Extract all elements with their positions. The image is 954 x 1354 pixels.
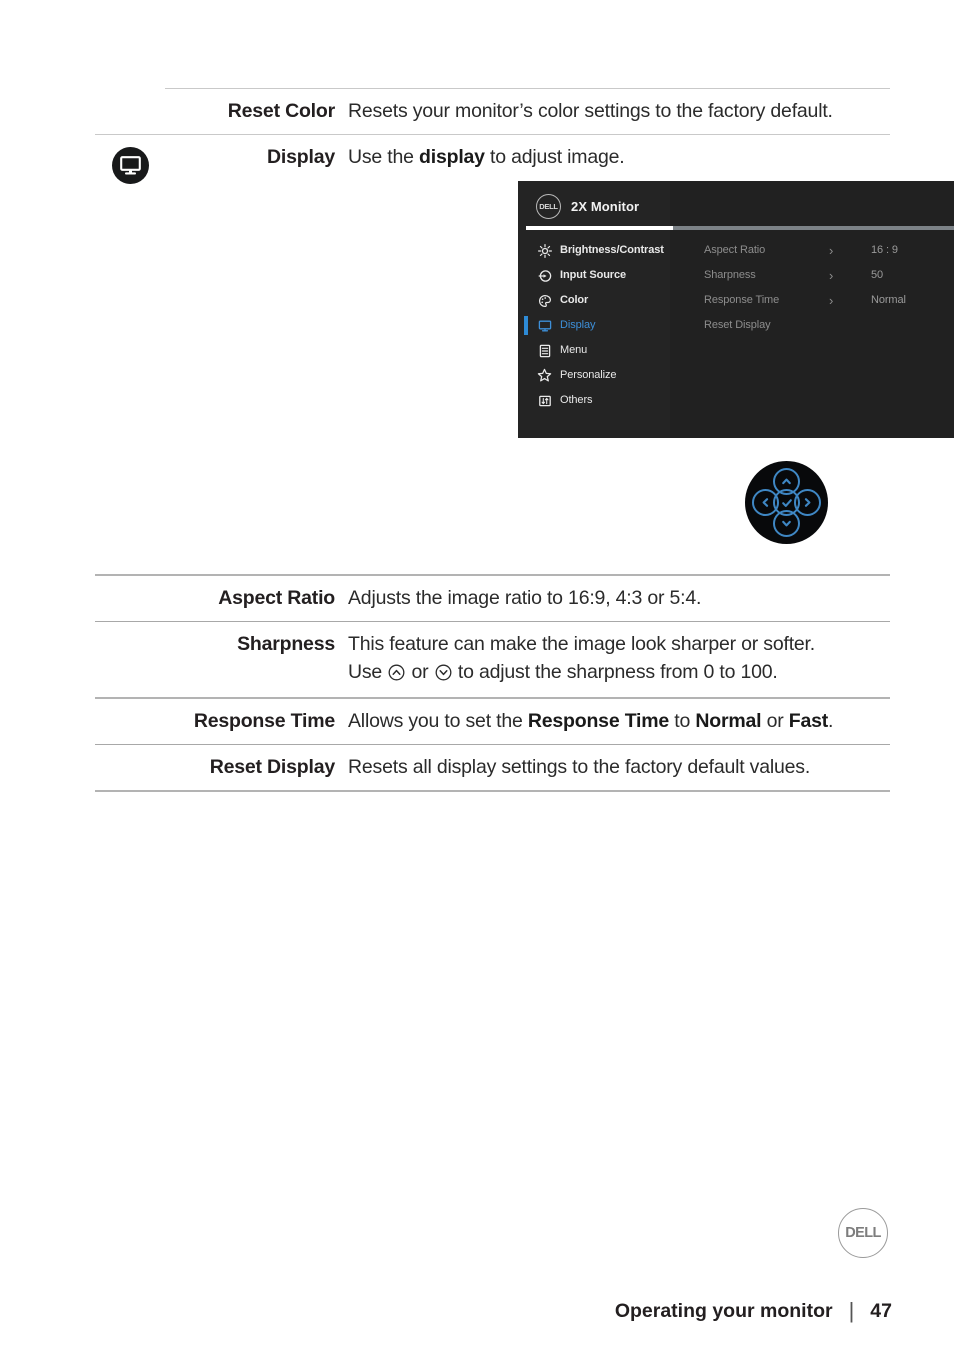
osd-menu-item-label: Brightness/Contrast [560,244,664,257]
osd-panel: DELL 2X Monitor Brightness/Contrast Inpu… [518,181,954,439]
osd-option-reset-display[interactable]: Reset Display [704,313,954,338]
menu-list-icon [537,343,552,358]
osd-menu-item-label: Personalize [560,369,617,382]
row-label: Sharpness [237,633,335,656]
osd-header: DELL 2X Monitor [536,194,640,220]
desc-bold: display [419,145,485,168]
chevron-up-icon [782,478,791,485]
desc-pre: Allows you to set the [348,710,528,733]
table-row-display: Display Use the display to adjust image.… [95,135,954,447]
row-icon-cell [95,135,165,184]
chevron-up-circle-icon [388,662,405,690]
dell-footer-logo-icon: DELL [838,1208,888,1258]
osd-menu-item-brightness-contrast[interactable]: Brightness/Contrast [518,238,670,263]
osd-progress-bar [526,226,954,231]
row-label: Reset Color [227,100,335,122]
selection-indicator [524,316,528,336]
dell-footer-logo-text: DELL [845,1225,881,1241]
desc-bold-response-time: Response Time [527,710,670,733]
footer-title: Operating your monitor [614,1299,833,1322]
osd-option-label: Response Time [704,294,780,307]
desc-line-2-mid: or [406,660,434,683]
osd-option-label: Aspect Ratio [704,244,766,257]
others-arrows-icon [537,393,552,408]
desc-line-1: This feature can make the image look sha… [348,633,815,656]
check-icon [781,498,792,507]
row-label: Aspect Ratio [218,587,335,610]
table-rule-bottom [95,789,890,792]
desc-mid-2: or [761,710,789,733]
row-label: Reset Display [209,756,335,779]
table-row: Reset Display Resets all display setting… [95,745,890,790]
osd-menu-item-label: Input Source [560,269,627,282]
footer-separator: | [848,1298,855,1323]
osd-option-value: 16 : 9 [871,244,898,257]
osd-title: 2X Monitor [571,198,640,214]
row-description: Use the display to adjust image. DELL 2X… [348,135,954,447]
chevron-right-icon: › [829,267,834,283]
desc-line-2-post: to adjust the sharpness from 0 to 100. [452,660,778,683]
page-number: 47 [870,1299,892,1322]
row-description: Resets your monitor’s color settings to … [348,100,833,122]
desc-mid: to [669,710,696,733]
osd-menu-item-personalize[interactable]: Personalize [518,363,670,388]
osd-options-list: Aspect Ratio › 16 : 9 Sharpness › 50 Res… [704,238,954,338]
table-row: Response Time Allows you to set the Resp… [95,699,890,744]
page-footer: Operating your monitor | 47 [615,1298,892,1324]
row-description: Adjusts the image ratio to 16:9, 4:3 or … [348,587,702,610]
chevron-down-circle-icon [435,662,452,690]
osd-menu-item-display[interactable]: Display [518,313,670,338]
desc-suffix: to adjust image. [484,145,625,168]
joystick-button-right[interactable] [794,489,821,516]
osd-menu-item-label: Others [560,394,593,407]
osd-option-value: Normal [871,294,906,307]
display-monitor-icon [537,318,552,333]
color-palette-icon [537,293,552,308]
table-row: Reset Color Resets your monitor’s color … [95,89,890,134]
table-row: Aspect Ratio Adjusts the image ratio to … [95,576,890,621]
chevron-right-icon: › [829,242,834,258]
desc-bold-normal: Normal [695,710,762,733]
row-description: Allows you to set the Response Time to N… [348,699,890,744]
input-source-icon [537,268,552,283]
osd-menu-item-label: Menu [560,344,588,357]
osd-option-value: 50 [871,269,884,282]
joystick-button-down[interactable] [773,510,800,537]
osd-menu-item-others[interactable]: Others [518,388,670,413]
osd-option-aspect-ratio[interactable]: Aspect Ratio › 16 : 9 [704,238,954,263]
chevron-down-icon [782,520,791,527]
dell-logo-icon: DELL [536,194,561,220]
brightness-icon [537,243,552,258]
osd-figure: DELL 2X Monitor Brightness/Contrast Inpu… [518,181,954,439]
row-label: Display [267,145,335,168]
osd-menu-item-input-source[interactable]: Input Source [518,263,670,288]
osd-option-label: Sharpness [704,269,756,282]
joystick-control[interactable] [745,461,828,544]
table-row: Sharpness This feature can make the imag… [95,622,890,697]
osd-option-label: Reset Display [704,319,771,332]
osd-option-response-time[interactable]: Response Time › Normal [704,288,954,313]
osd-menu-item-color[interactable]: Color [518,288,670,313]
monitor-icon [111,146,149,184]
osd-menu-list: Brightness/Contrast Input Source Color D… [518,238,670,413]
chevron-right-icon [804,498,811,507]
dell-logo-text: DELL [539,201,558,211]
desc-end: . [828,710,834,733]
desc-prefix: Use the [348,145,420,168]
settings-table: Reset Color Resets your monitor’s color … [95,88,954,792]
osd-menu-item-label: Display [560,319,596,332]
chevron-left-icon [762,498,769,507]
osd-progress-fill [526,226,674,231]
desc-line-2-pre: Use [348,660,388,683]
osd-menu-item-label: Color [560,294,589,307]
chevron-right-icon: › [829,292,834,308]
star-icon [537,368,552,383]
desc-bold-fast: Fast [788,710,829,733]
row-description: This feature can make the image look sha… [348,622,890,697]
row-description: Resets all display settings to the facto… [348,756,811,779]
osd-menu-item-menu[interactable]: Menu [518,338,670,363]
row-label: Response Time [193,710,335,733]
osd-option-sharpness[interactable]: Sharpness › 50 [704,263,954,288]
